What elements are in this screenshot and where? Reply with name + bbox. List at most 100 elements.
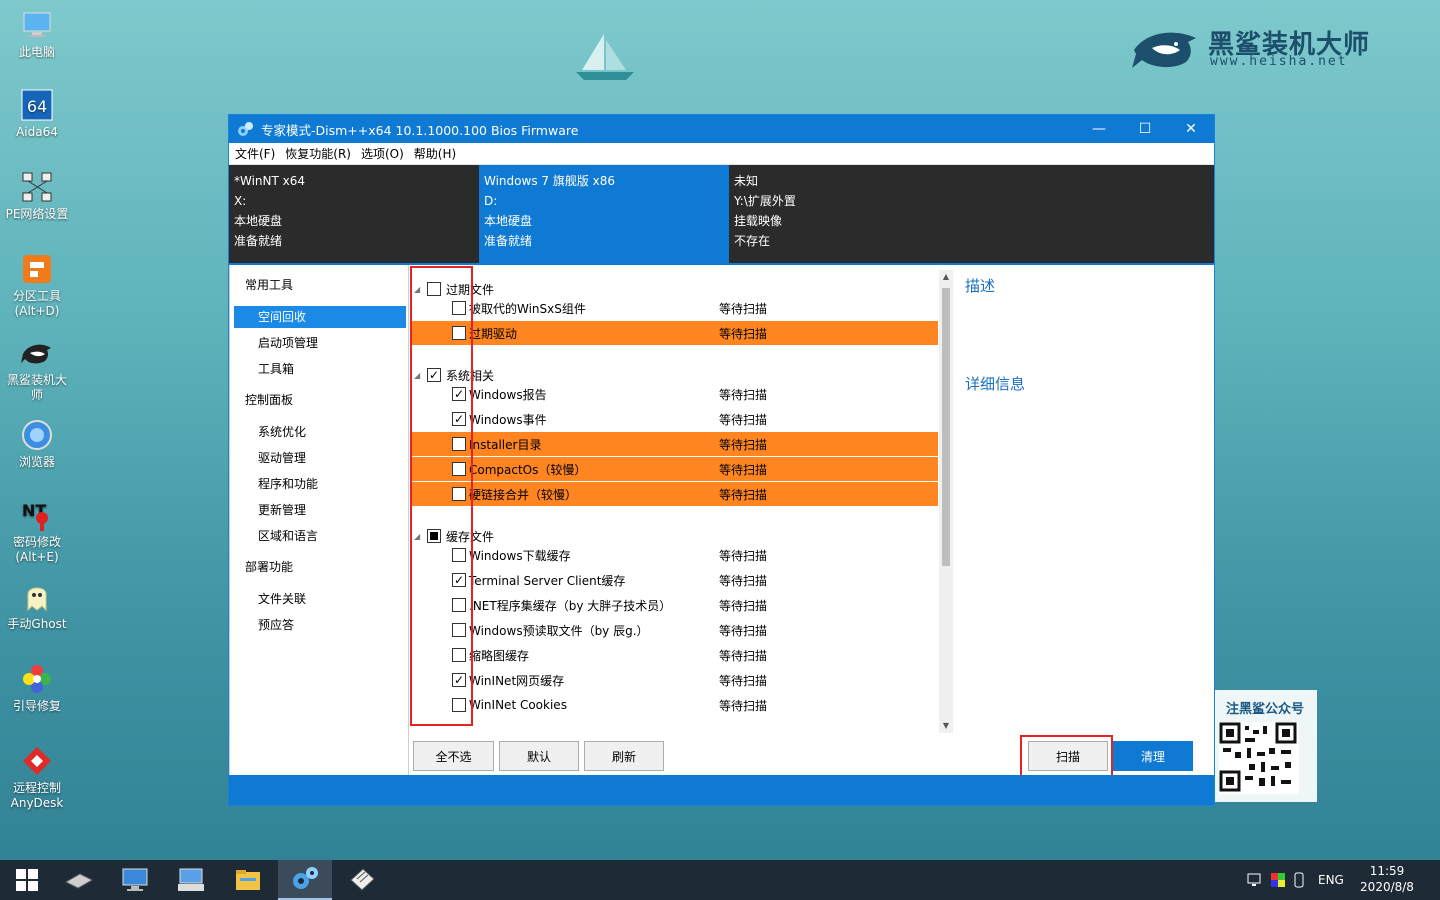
heisha-icon (21, 344, 51, 364)
desktop-icon-partition[interactable]: 分区工具 (Alt+D) (0, 252, 74, 319)
desktop-icon-anydesk[interactable]: 远程控制 AnyDesk (0, 744, 74, 811)
computer-manage-icon (122, 868, 148, 891)
scan-highlight-box (1020, 735, 1113, 777)
system-selector: *WinNT x64 X: 本地硬盘 准备就绪 Windows 7 旗舰版 x8… (229, 165, 1214, 263)
taskbar-dism[interactable] (278, 860, 332, 900)
item-status: 等待扫描 (719, 598, 768, 613)
nav-item-system-optimize[interactable]: 系统优化 (258, 421, 306, 443)
list-item[interactable]: ✓ WinINet网页缓存 等待扫描 (410, 668, 938, 692)
start-button[interactable] (0, 860, 54, 900)
nav-item-programs[interactable]: 程序和功能 (258, 473, 318, 495)
item-status: 等待扫描 (719, 326, 768, 341)
list-item[interactable]: 缩略图缓存 等待扫描 (410, 643, 938, 667)
nav-item-updates[interactable]: 更新管理 (258, 499, 306, 521)
main-content: 常用工具 空间回收 启动项管理 工具箱 控制面板 系统优化 驱动管理 程序和功能… (229, 265, 1214, 777)
nav-item-region[interactable]: 区域和语言 (258, 525, 318, 547)
list-item[interactable]: ✓ Windows事件 等待扫描 (410, 407, 938, 431)
nav-item-startup[interactable]: 启动项管理 (258, 332, 318, 354)
taskbar-disk-tool[interactable] (52, 860, 106, 900)
ghost-icon (27, 587, 47, 612)
list-item[interactable]: CompactOs（较慢） 等待扫描 (410, 457, 938, 481)
default-button[interactable]: 默认 (499, 741, 579, 771)
desktop-icon-aida64[interactable]: 64 Aida64 (0, 88, 74, 140)
network-tray-icon[interactable] (1246, 872, 1264, 888)
nav-item-answer-file[interactable]: 预应答 (258, 614, 294, 636)
clock[interactable]: 11:59 2020/8/8 (1352, 863, 1422, 895)
list-item[interactable]: Installer目录 等待扫描 (410, 432, 938, 456)
list-item[interactable]: Windows预读取文件（by 辰g.） 等待扫描 (410, 618, 938, 642)
system-type: 本地硬盘 (484, 214, 533, 228)
taskbar-computer-manage[interactable] (108, 860, 162, 900)
nav-item-file-assoc[interactable]: 文件关联 (258, 588, 306, 610)
taskbar-file-explorer[interactable] (221, 860, 275, 900)
nav-item-space-recovery[interactable]: 空间回收 (234, 306, 406, 328)
heisha-logo: 黑鲨装机大师 www.heisha.net (1130, 20, 1400, 80)
disk-tool-icon (64, 873, 94, 889)
clock-date: 2020/8/8 (1360, 880, 1414, 894)
nav-item-driver[interactable]: 驱动管理 (258, 447, 306, 469)
qr-caption: 注黑鲨公众号 (1225, 702, 1304, 717)
item-status: 等待扫描 (719, 487, 768, 502)
refresh-button[interactable]: 刷新 (584, 741, 664, 771)
menu-restore[interactable]: 恢复功能(R) (285, 145, 351, 162)
usb-tray-icon[interactable] (1292, 871, 1306, 889)
scroll-up-icon[interactable]: ▲ (939, 270, 953, 284)
desktop-icon-ghost[interactable]: 手动Ghost (0, 580, 74, 632)
system-card-winnt[interactable]: *WinNT x64 X: 本地硬盘 准备就绪 (229, 165, 479, 263)
desktop-icon-label: 此电脑 (18, 45, 55, 59)
clean-button[interactable]: 清理 (1113, 741, 1193, 771)
close-button[interactable]: ✕ (1168, 115, 1214, 143)
aida64-icon: 64 (21, 89, 53, 121)
minimize-button[interactable]: — (1076, 115, 1122, 143)
color-tray-icon[interactable] (1270, 872, 1286, 888)
item-status: 等待扫描 (719, 673, 768, 688)
desktop-icon-password[interactable]: NT 密码修改 (Alt+E) (0, 498, 74, 565)
list-item[interactable]: ✓ Terminal Server Client缓存 等待扫描 (410, 568, 938, 592)
title-bar[interactable]: 专家模式-Dism++x64 10.1.1000.100 Bios Firmwa… (229, 115, 1214, 143)
system-status: 准备就绪 (234, 234, 283, 248)
scroll-thumb[interactable] (942, 288, 950, 566)
desktop-icon-this-pc[interactable]: 此电脑 (0, 8, 74, 60)
svg-text:64: 64 (27, 97, 47, 116)
system-name: *WinNT x64 (234, 174, 306, 188)
shark-logo-icon (1132, 32, 1196, 68)
menu-help[interactable]: 帮助(H) (414, 145, 456, 162)
boot-repair-icon (23, 665, 51, 693)
desktop-icon-pe-network[interactable]: PE网络设置 (0, 170, 74, 222)
cleanup-list: ◢ 过期文件 被取代的WinSxS组件 等待扫描 过期驱动 等待扫描 ◢ ✓ 系统相关 ✓ Wind… (410, 265, 938, 733)
status-bar (229, 775, 1214, 805)
desktop-icon-browser[interactable]: 浏览器 (0, 418, 74, 470)
item-label: Windows事件 (469, 412, 547, 427)
system-card-win7[interactable]: Windows 7 旗舰版 x86 D: 本地硬盘 准备就绪 (479, 165, 729, 263)
select-none-button[interactable]: 全不选 (413, 741, 494, 771)
system-type: 本地硬盘 (234, 214, 283, 228)
imaging-tool-icon (350, 868, 375, 891)
list-item[interactable]: Windows下载缓存 等待扫描 (410, 543, 938, 567)
list-scrollbar[interactable]: ▲ ▼ (939, 270, 953, 733)
menu-options[interactable]: 选项(O) (361, 145, 404, 162)
item-label: Windows下载缓存 (469, 548, 571, 563)
clock-time: 11:59 (1369, 864, 1405, 878)
list-item[interactable]: WinINet Cookies 等待扫描 (410, 693, 938, 717)
list-item[interactable]: 被取代的WinSxS组件 等待扫描 (410, 296, 938, 320)
network-icon (22, 172, 52, 202)
system-drive: D: (484, 194, 498, 208)
desktop-icon-boot-repair[interactable]: 引导修复 (0, 662, 74, 714)
taskbar-imaging-tool[interactable] (335, 860, 389, 900)
nav-item-toolbox[interactable]: 工具箱 (258, 358, 294, 380)
taskbar-keyboard[interactable] (164, 860, 218, 900)
desktop-icon-heisha[interactable]: 黑鲨装机大 师 (0, 336, 74, 403)
item-status: 等待扫描 (719, 623, 768, 638)
list-item[interactable]: 硬链接合并（较慢） 等待扫描 (410, 482, 938, 506)
system-card-unknown[interactable]: 未知 Y:\扩展外置 挂载映像 不存在 (729, 165, 1214, 263)
nav-section-deploy: 部署功能 (245, 560, 294, 574)
item-label: Installer目录 (469, 437, 542, 452)
list-item[interactable]: .NET程序集缓存（by 大胖子技术员） 等待扫描 (410, 593, 938, 617)
qr-code-icon (1219, 722, 1299, 794)
list-item[interactable]: 过期驱动 等待扫描 (410, 321, 938, 345)
list-item[interactable]: ✓ Windows报告 等待扫描 (410, 382, 938, 406)
language-indicator[interactable]: ENG (1318, 873, 1344, 887)
scroll-down-icon[interactable]: ▼ (939, 719, 953, 733)
menu-file[interactable]: 文件(F) (235, 145, 275, 162)
maximize-button[interactable]: ☐ (1122, 115, 1168, 143)
